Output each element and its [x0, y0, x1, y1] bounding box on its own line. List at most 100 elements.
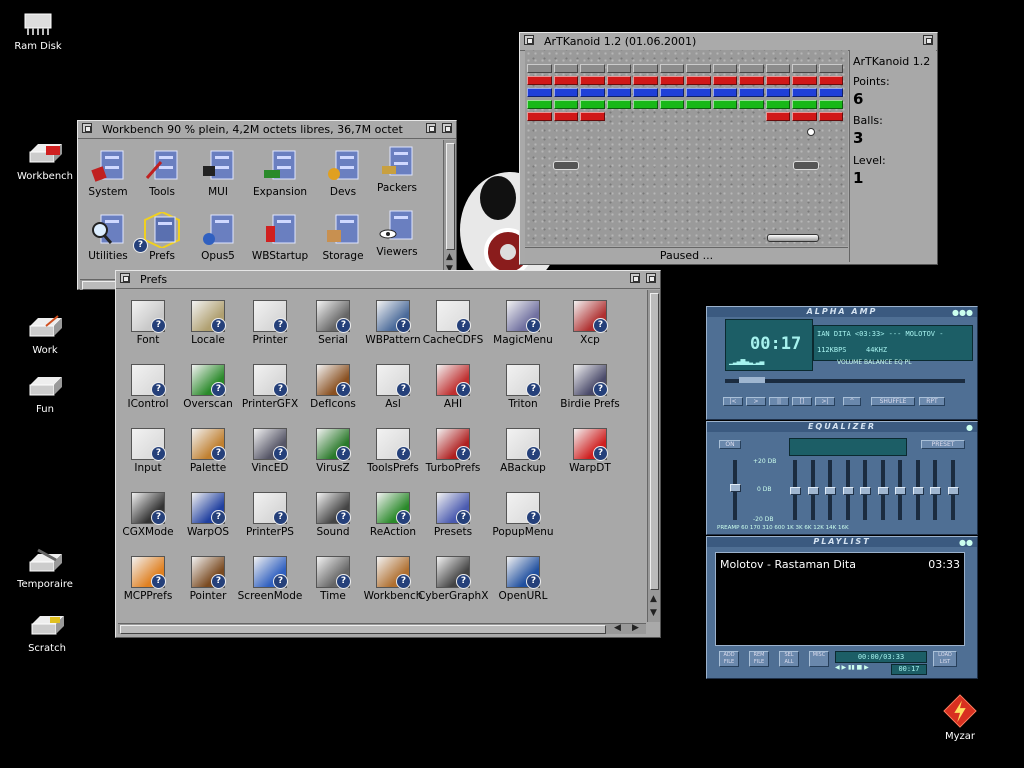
prefs-icon-turboprefs[interactable]: ? TurboPrefs: [418, 428, 488, 474]
scroll-knob[interactable]: [446, 143, 455, 250]
close-icon[interactable]: ●●: [959, 538, 973, 547]
prefs-icon-cachecdfs[interactable]: ? CacheCDFS: [418, 300, 488, 346]
stop-button[interactable]: []: [792, 397, 812, 406]
scroll-knob[interactable]: [120, 625, 606, 634]
prefs-icon-printergfx[interactable]: ? PrinterGFX: [235, 364, 305, 410]
close-icon[interactable]: ●●●: [952, 308, 973, 317]
prefs-icon-overscan[interactable]: ? Overscan: [173, 364, 243, 410]
close-gadget[interactable]: [120, 273, 130, 283]
repeat-button[interactable]: RPT: [919, 397, 945, 406]
remove-file-button[interactable]: REM FILE: [749, 651, 769, 667]
playlist-list[interactable]: Molotov - Rastaman Dita 03:33: [715, 552, 965, 646]
add-file-button[interactable]: ADD FILE: [719, 651, 739, 667]
eq-preset-button[interactable]: PRESET: [921, 440, 965, 449]
desktop-icon-myzar[interactable]: Myzar: [925, 694, 995, 742]
eq-on-button[interactable]: ON: [719, 440, 741, 449]
drawer-viewers[interactable]: Viewers: [362, 208, 432, 258]
desktop-icon-work[interactable]: Work: [10, 314, 80, 356]
scroll-knob[interactable]: [650, 293, 659, 590]
prefs-icon-printer[interactable]: ? Printer: [235, 300, 305, 346]
prefs-icon-openurl[interactable]: ? OpenURL: [488, 556, 558, 602]
eq-slider-knob[interactable]: [825, 487, 836, 495]
prefs-horizontal-scrollbar[interactable]: ◀ ▶: [118, 623, 646, 634]
zoom-gadget[interactable]: [426, 123, 436, 133]
prefs-icon-palette[interactable]: ? Palette: [173, 428, 243, 474]
workbench-titlebar[interactable]: Workbench 90 % plein, 4,2M octets libres…: [78, 121, 456, 139]
eject-button[interactable]: ^: [843, 397, 861, 406]
scroll-up-arrow-icon[interactable]: ▲: [650, 594, 657, 604]
eq-slider-knob[interactable]: [860, 487, 871, 495]
eq-slider-knob[interactable]: [790, 487, 801, 495]
eq-slider-knob[interactable]: [912, 487, 924, 495]
close-gadget[interactable]: [82, 123, 92, 133]
depth-gadget[interactable]: [646, 273, 656, 283]
scroll-right-arrow-icon[interactable]: ▶: [632, 623, 639, 633]
scroll-up-arrow-icon[interactable]: ▲: [446, 252, 453, 262]
eq-slider-knob[interactable]: [842, 487, 854, 495]
prefs-icon-pointer[interactable]: ? Pointer: [173, 556, 243, 602]
equalizer-window[interactable]: EQUALIZER ● ON PRESET +20 DB 0 DB -20 DB…: [706, 421, 978, 535]
desktop-icon-temporaire[interactable]: Temporaire: [10, 548, 80, 590]
prev-button[interactable]: |<: [723, 397, 743, 406]
desktop-icon-ram-disk[interactable]: Ram Disk: [3, 10, 73, 52]
paddle[interactable]: [767, 234, 819, 242]
depth-gadget[interactable]: [923, 35, 933, 45]
drawer-packers[interactable]: Packers: [362, 144, 432, 194]
play-button[interactable]: >: [746, 397, 766, 406]
eq-slider-knob[interactable]: [930, 487, 941, 495]
game-playfield[interactable]: [525, 50, 848, 246]
prefs-icon-triton[interactable]: ? Triton: [488, 364, 558, 410]
desktop-icon-workbench[interactable]: Workbench: [10, 140, 80, 182]
prefs-icon-warpos[interactable]: ? WarpOS: [173, 492, 243, 538]
drawer-expansion[interactable]: Expansion: [245, 148, 315, 198]
desktop-icon-scratch[interactable]: Scratch: [12, 612, 82, 654]
prefs-icon-abackup[interactable]: ? ABackup: [488, 428, 558, 474]
select-all-button[interactable]: SEL ALL: [779, 651, 799, 667]
prefs-icon-vinced[interactable]: ? VincED: [235, 428, 305, 474]
playlist-window[interactable]: PLAYLIST ●● Molotov - Rastaman Dita 03:3…: [706, 536, 978, 679]
prefs-icon-printerps[interactable]: ? PrinterPS: [235, 492, 305, 538]
mini-transport-icons[interactable]: ◀ ▶ ▮▮ ■ ▶: [835, 664, 869, 671]
close-icon[interactable]: ●: [966, 423, 973, 432]
misc-button[interactable]: MISC: [809, 651, 829, 667]
prefs-icon-popupmenu[interactable]: ? PopupMenu: [488, 492, 558, 538]
eq-slider-knob[interactable]: [895, 487, 906, 495]
drawer-wbstartup[interactable]: WBStartup: [245, 212, 315, 262]
close-gadget[interactable]: [524, 35, 534, 45]
prefs-icon-warpdt[interactable]: ? WarpDT: [555, 428, 625, 474]
scroll-left-arrow-icon[interactable]: ◀: [614, 623, 621, 633]
prefs-icon-ahi[interactable]: ? AHI: [418, 364, 488, 410]
desktop-icon-fun[interactable]: Fun: [10, 373, 80, 415]
depth-gadget[interactable]: [442, 123, 452, 133]
eq-slider-knob[interactable]: [730, 484, 741, 493]
prefs-icon-xcp[interactable]: ? Xcp: [555, 300, 625, 346]
playlist-item[interactable]: Molotov - Rastaman Dita 03:33: [720, 558, 960, 571]
prefs-window[interactable]: Prefs ? Font? Locale? Printer? Serial? WBPatt…: [115, 270, 661, 638]
seek-knob[interactable]: [739, 377, 765, 383]
load-list-button[interactable]: LOAD LIST: [933, 651, 957, 667]
prefs-icon-magicmenu[interactable]: ? MagicMenu: [488, 300, 558, 346]
eq-slider-knob[interactable]: [807, 487, 819, 495]
prefs-icon-screenmode[interactable]: ? ScreenMode: [235, 556, 305, 602]
help-badge-icon: ?: [396, 446, 411, 461]
prefs-icon-cybergraphx[interactable]: ? CyberGraphX: [418, 556, 488, 602]
shuffle-button[interactable]: SHUFFLE: [871, 397, 915, 406]
prefs-titlebar[interactable]: Prefs: [116, 271, 660, 289]
workbench-vertical-scrollbar[interactable]: ▲ ▼: [443, 140, 456, 278]
pause-button[interactable]: ||: [769, 397, 789, 406]
seek-bar[interactable]: [725, 377, 965, 383]
workbench-window[interactable]: Workbench 90 % plein, 4,2M octets libres…: [77, 120, 457, 290]
eq-slider-knob[interactable]: [947, 487, 959, 495]
prefs-vertical-scrollbar[interactable]: ▲ ▼: [647, 290, 660, 622]
drawer-opus5[interactable]: Opus5: [183, 212, 253, 262]
prefs-icon-locale[interactable]: ? Locale: [173, 300, 243, 346]
eq-slider-knob[interactable]: [877, 487, 889, 495]
arkanoid-titlebar[interactable]: ArTKanoid 1.2 (01.06.2001): [520, 33, 937, 51]
zoom-gadget[interactable]: [630, 273, 640, 283]
next-button[interactable]: >|: [815, 397, 835, 406]
prefs-icon-birdie-prefs[interactable]: ? Birdie Prefs: [555, 364, 625, 410]
alpha-amp-player[interactable]: ALPHA AMP ●●● 00:17 ▁▂▃▅▃▂▁▂▃ IAN DITA <…: [706, 306, 978, 420]
prefs-icon-presets[interactable]: ? Presets: [418, 492, 488, 538]
scroll-down-arrow-icon[interactable]: ▼: [650, 608, 657, 618]
drawer-mui[interactable]: MUI: [183, 148, 253, 198]
